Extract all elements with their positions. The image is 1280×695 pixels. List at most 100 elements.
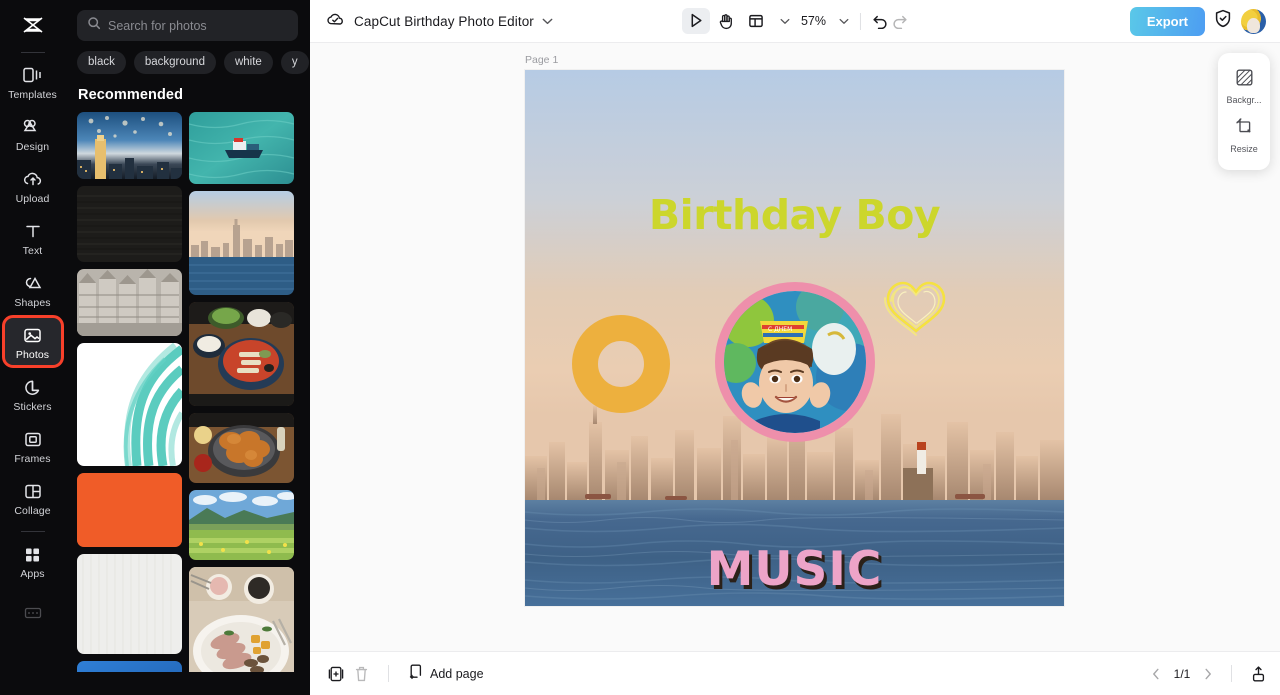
sidebar-item-design[interactable]: Design: [4, 109, 62, 158]
design-artboard[interactable]: Birthday Boy C ДНЕМ MUSIC: [525, 70, 1064, 606]
canvas-tool-cluster: 57%: [681, 8, 908, 34]
title-chevron-down-icon[interactable]: [542, 18, 553, 25]
photo-thumbnail-blue-gradient[interactable]: [77, 661, 182, 672]
document-title: CapCut Birthday Photo Editor: [354, 13, 534, 29]
sidebar-item-collage[interactable]: Collage: [4, 473, 62, 522]
cursor-tool-button[interactable]: [681, 8, 710, 34]
capcut-logo[interactable]: [0, 4, 65, 46]
search-tag[interactable]: background: [133, 51, 216, 74]
hand-tool-button[interactable]: [712, 8, 740, 34]
photo-thumbnail-orange-solid[interactable]: [77, 473, 182, 547]
sidebar-item-shapes[interactable]: Shapes: [4, 265, 62, 314]
photo-grid-column-left: [77, 112, 182, 672]
top-toolbar: CapCut Birthday Photo Editor 57% Export: [310, 0, 1280, 43]
bottombar-divider-right: [1231, 665, 1232, 682]
photo-thumbnail-boat-turquoise-water[interactable]: [189, 112, 294, 184]
sidebar-label: Stickers: [13, 401, 52, 413]
frames-icon: [22, 428, 44, 450]
background-action-button[interactable]: Backgr...: [1218, 62, 1270, 111]
sidebar-label: Apps: [20, 568, 45, 580]
photo-thumbnail-city-skyline-dusk[interactable]: [77, 112, 182, 179]
add-page-button[interactable]: Add page: [408, 663, 484, 684]
layout-chevron-down-icon[interactable]: [780, 18, 790, 25]
stickers-icon: [22, 376, 44, 398]
search-container: [65, 0, 310, 41]
templates-icon: [22, 64, 44, 86]
zoom-chevron-down-icon[interactable]: [839, 18, 849, 25]
topbar-right-group: Export: [1126, 6, 1266, 36]
sidebar-item-templates[interactable]: Templates: [4, 57, 62, 106]
search-icon: [87, 16, 101, 35]
photo-thumbnail-stone-carvings[interactable]: [77, 269, 182, 336]
page-label: Page 1: [525, 54, 559, 66]
shapes-icon: [22, 272, 44, 294]
next-page-button[interactable]: [1204, 668, 1212, 680]
birthday-boy-photo: C ДНЕМ: [724, 291, 866, 433]
layout-tool-button[interactable]: [742, 8, 770, 34]
photo-thumbnail-fried-chicken-platter[interactable]: [189, 413, 294, 483]
photos-icon: [22, 324, 44, 346]
design-heart-doodle[interactable]: [880, 275, 952, 339]
sidebar-label: Collage: [14, 505, 51, 517]
export-button[interactable]: Export: [1129, 6, 1205, 36]
zoom-level-value[interactable]: 57%: [792, 14, 829, 28]
sidebar-item-apps[interactable]: Apps: [4, 536, 62, 585]
search-tag[interactable]: y: [280, 51, 309, 74]
photo-thumbnail-pork-plate-dinner[interactable]: [189, 567, 294, 672]
photo-thumbnail-dark-wood-texture[interactable]: [77, 186, 182, 262]
design-icon: [22, 116, 44, 138]
search-box[interactable]: [77, 10, 298, 41]
duplicate-page-button[interactable]: [328, 665, 344, 683]
bottombar-divider: [388, 665, 389, 682]
sidebar-label: Shapes: [14, 297, 51, 309]
photo-thumbnail-green-countryside[interactable]: [189, 490, 294, 560]
design-bottom-text[interactable]: MUSIC: [525, 544, 1064, 596]
photo-thumbnail-teal-abstract-waves[interactable]: [77, 343, 182, 466]
capcut-editor-window: Templates Design Upload Text Shapes Phot…: [0, 0, 1280, 695]
sidebar-item-frames[interactable]: Frames: [4, 421, 62, 470]
cloud-check-icon: [326, 11, 345, 32]
sidebar-item-upload[interactable]: Upload: [4, 161, 62, 210]
keyboard-shortcuts-icon[interactable]: [24, 606, 42, 625]
toolbar-divider: [860, 12, 862, 30]
sidebar-label: Design: [15, 141, 50, 153]
design-photo-frame[interactable]: C ДНЕМ: [715, 282, 875, 442]
design-donut-shape[interactable]: [572, 315, 670, 413]
user-avatar[interactable]: [1241, 8, 1266, 34]
canvas-area: Page 1 Birthday Boy C ДНЕМ MUSIC Backgr.…: [310, 43, 1280, 651]
text-icon: [22, 220, 44, 242]
search-tag[interactable]: black: [77, 51, 126, 74]
sidebar-item-text[interactable]: Text: [4, 213, 62, 262]
photo-grid: [65, 112, 310, 672]
search-tag-list: black background white y: [65, 41, 310, 79]
page-navigation: 1/1: [1152, 665, 1266, 683]
redo-button[interactable]: [891, 14, 908, 29]
photos-panel: black background white y Recommended: [65, 0, 310, 695]
undo-button[interactable]: [872, 14, 889, 29]
apps-grid-icon: [22, 543, 44, 565]
photo-thumbnail-nyc-skyline-water[interactable]: [189, 191, 294, 295]
export-upload-button[interactable]: [1251, 665, 1266, 683]
resize-action-label: Resize: [1230, 144, 1258, 154]
photo-thumbnail-ramen-bowl-set[interactable]: [189, 302, 294, 406]
sidebar-label: Frames: [14, 453, 51, 465]
photo-grid-column-right: [189, 112, 294, 672]
sidebar-label: Text: [22, 245, 43, 257]
sidebar-item-stickers[interactable]: Stickers: [4, 369, 62, 418]
add-page-label: Add page: [430, 666, 484, 681]
shield-check-icon[interactable]: [1214, 9, 1232, 33]
sidebar-label: Photos: [15, 349, 50, 361]
rail-divider-top: [20, 52, 45, 53]
svg-text:C ДНЕМ: C ДНЕМ: [768, 326, 792, 333]
design-title-text[interactable]: Birthday Boy: [525, 191, 1064, 239]
sidebar-item-photos[interactable]: Photos: [1, 315, 64, 368]
sidebar-label: Templates: [8, 89, 57, 101]
resize-action-button[interactable]: Resize: [1218, 111, 1270, 160]
search-tag[interactable]: white: [223, 51, 273, 74]
delete-page-button[interactable]: [354, 665, 369, 683]
search-input[interactable]: [108, 18, 288, 33]
photo-thumbnail-white-paper-texture[interactable]: [77, 554, 182, 654]
prev-page-button[interactable]: [1152, 668, 1160, 680]
sidebar-label: Upload: [15, 193, 50, 205]
rail-divider-bottom: [20, 531, 45, 532]
